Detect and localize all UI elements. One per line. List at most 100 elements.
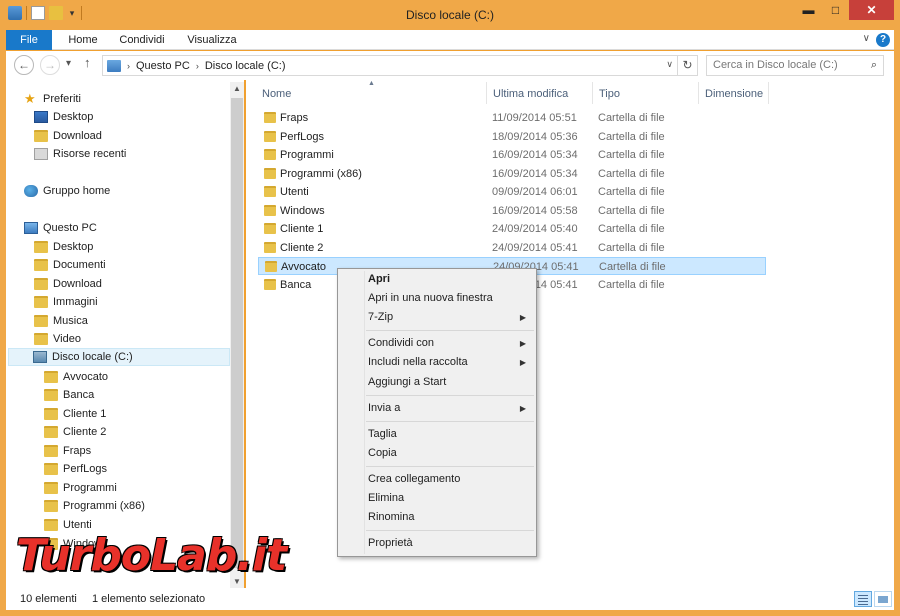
file-row[interactable]: Windows 16/09/2014 05:58 Cartella di file: [258, 202, 766, 220]
nav-download[interactable]: Download: [34, 127, 102, 145]
address-dropdown-chevron-icon[interactable]: ∨: [666, 59, 673, 70]
folder-icon: [44, 463, 58, 475]
nav-folder-cliente-2[interactable]: Cliente 2: [44, 423, 106, 441]
column-separator[interactable]: [486, 82, 487, 104]
menu-item-cut[interactable]: Taglia: [340, 425, 534, 444]
breadcrumb-this-pc[interactable]: Questo PC: [136, 60, 190, 72]
file-row[interactable]: PerfLogs 18/09/2014 05:36 Cartella di file: [258, 128, 766, 146]
context-menu: Apri Apri in una nuova finestra 7-Zip ▶ C…: [337, 268, 537, 557]
menu-item-open-new-window[interactable]: Apri in una nuova finestra: [340, 289, 534, 308]
minimize-button[interactable]: ▬: [795, 0, 822, 20]
folder-icon: [265, 261, 277, 272]
details-view-button[interactable]: [854, 591, 872, 607]
nav-pictures[interactable]: Immagini: [34, 293, 98, 311]
tab-file[interactable]: File: [6, 30, 52, 50]
column-header-name[interactable]: Nome: [262, 86, 291, 102]
folder-icon: [264, 168, 276, 179]
column-separator[interactable]: [768, 82, 769, 104]
expand-ribbon-chevron-icon[interactable]: ∨: [863, 33, 870, 44]
close-button[interactable]: ✕: [849, 0, 894, 20]
menu-item-rename[interactable]: Rinomina: [340, 508, 534, 527]
folder-icon: [44, 445, 58, 457]
tab-home[interactable]: Home: [62, 30, 104, 50]
address-bar[interactable]: › Questo PC › Disco locale (C:) ∨ ↻: [102, 55, 698, 76]
menu-item-include-in-library[interactable]: Includi nella raccolta ▶: [340, 353, 534, 372]
refresh-icon[interactable]: ↻: [677, 56, 697, 75]
maximize-button[interactable]: □: [822, 0, 849, 20]
nav-folder-programmi-x86[interactable]: Programmi (x86): [44, 497, 145, 515]
tab-view[interactable]: Visualizza: [182, 30, 242, 50]
scrollbar-thumb[interactable]: [231, 98, 243, 568]
folder-icon: [44, 426, 58, 438]
column-header-type[interactable]: Tipo: [599, 86, 620, 102]
menu-item-7zip[interactable]: 7-Zip ▶: [340, 308, 534, 327]
recent-locations-chevron-icon[interactable]: ▾: [66, 58, 71, 69]
large-icons-view-button[interactable]: [874, 591, 892, 607]
nav-folder-cliente-1[interactable]: Cliente 1: [44, 405, 106, 423]
nav-desktop[interactable]: Desktop: [34, 108, 93, 126]
nav-videos[interactable]: Video: [34, 330, 81, 348]
download-folder-icon: [34, 130, 48, 142]
folder-icon: [44, 408, 58, 420]
menu-item-send-to[interactable]: Invia a ▶: [340, 399, 534, 418]
nav-favorites[interactable]: ★ Preferiti: [24, 90, 81, 108]
nav-pc-desktop[interactable]: Desktop: [34, 238, 93, 256]
pictures-folder-icon: [34, 296, 48, 308]
menu-item-pin-to-start[interactable]: Aggiungi a Start: [340, 373, 534, 392]
menu-item-share-with[interactable]: Condividi con ▶: [340, 334, 534, 353]
nav-music[interactable]: Musica: [34, 312, 88, 330]
menu-separator: [366, 466, 534, 467]
nav-local-disk[interactable]: Disco locale (C:): [8, 348, 230, 366]
breadcrumb-chevron-icon[interactable]: ›: [196, 61, 199, 71]
file-row[interactable]: Cliente 1 24/09/2014 05:40 Cartella di fil…: [258, 220, 766, 238]
menu-item-delete[interactable]: Elimina: [340, 489, 534, 508]
nav-pc-download[interactable]: Download: [34, 275, 102, 293]
menu-item-open[interactable]: Apri: [340, 270, 534, 289]
folder-icon: [264, 279, 276, 290]
forward-button[interactable]: →: [40, 55, 60, 75]
documents-folder-icon: [34, 259, 48, 271]
folder-icon: [264, 242, 276, 253]
window-title: Disco locale (C:): [405, 8, 495, 22]
nav-folder-perflogs[interactable]: PerfLogs: [44, 460, 107, 478]
folder-icon: [44, 371, 58, 383]
nav-folder-banca[interactable]: Banca: [44, 386, 94, 404]
tab-share[interactable]: Condividi: [114, 30, 170, 50]
nav-this-pc[interactable]: Questo PC: [24, 219, 97, 237]
menu-item-properties[interactable]: Proprietà: [340, 534, 534, 553]
title-bar: ▾ Disco locale (C:) ▬ □ ✕: [0, 0, 900, 30]
menu-item-copy[interactable]: Copia: [340, 444, 534, 463]
file-row[interactable]: Programmi 16/09/2014 05:34 Cartella di fil…: [258, 146, 766, 164]
menu-item-create-shortcut[interactable]: Crea collegamento: [340, 470, 534, 489]
nav-documents[interactable]: Documenti: [34, 256, 106, 274]
nav-folder-avvocato[interactable]: Avvocato: [44, 368, 108, 386]
scroll-up-arrow-icon[interactable]: ▲: [230, 84, 244, 93]
file-row[interactable]: Fraps 11/09/2014 05:51 Cartella di file: [258, 109, 766, 127]
window-controls: ▬ □ ✕: [795, 0, 894, 20]
menu-separator: [366, 330, 534, 331]
sort-ascending-icon: ▲: [368, 80, 375, 87]
folder-icon: [264, 186, 276, 197]
folder-icon: [264, 131, 276, 142]
nav-homegroup[interactable]: Gruppo home: [24, 182, 110, 200]
file-row[interactable]: Utenti 09/09/2014 06:01 Cartella di file: [258, 183, 766, 201]
back-button[interactable]: ←: [14, 55, 34, 75]
breadcrumb-chevron-icon[interactable]: ›: [127, 61, 130, 71]
nav-recent-places[interactable]: Risorse recenti: [34, 145, 126, 163]
column-separator[interactable]: [698, 82, 699, 104]
column-header-size[interactable]: Dimensione: [705, 86, 763, 102]
submenu-arrow-icon: ▶: [519, 358, 526, 367]
search-input[interactable]: Cerca in Disco locale (C:) ⌕: [706, 55, 884, 76]
up-arrow-icon[interactable]: ↑: [84, 55, 91, 70]
nav-scrollbar[interactable]: ▲ ▼: [230, 82, 244, 588]
nav-folder-fraps[interactable]: Fraps: [44, 442, 91, 460]
item-count: 10 elementi: [20, 593, 77, 605]
column-header-modified[interactable]: Ultima modifica: [493, 86, 568, 102]
file-row[interactable]: Cliente 2 24/09/2014 05:41 Cartella di fil…: [258, 239, 766, 257]
help-icon[interactable]: ?: [876, 33, 890, 47]
file-row[interactable]: Programmi (x86) 16/09/2014 05:34 Cartella …: [258, 165, 766, 183]
search-placeholder: Cerca in Disco locale (C:): [713, 59, 838, 71]
breadcrumb-local-disk[interactable]: Disco locale (C:): [205, 60, 286, 72]
nav-folder-programmi[interactable]: Programmi: [44, 479, 117, 497]
column-separator[interactable]: [592, 82, 593, 104]
